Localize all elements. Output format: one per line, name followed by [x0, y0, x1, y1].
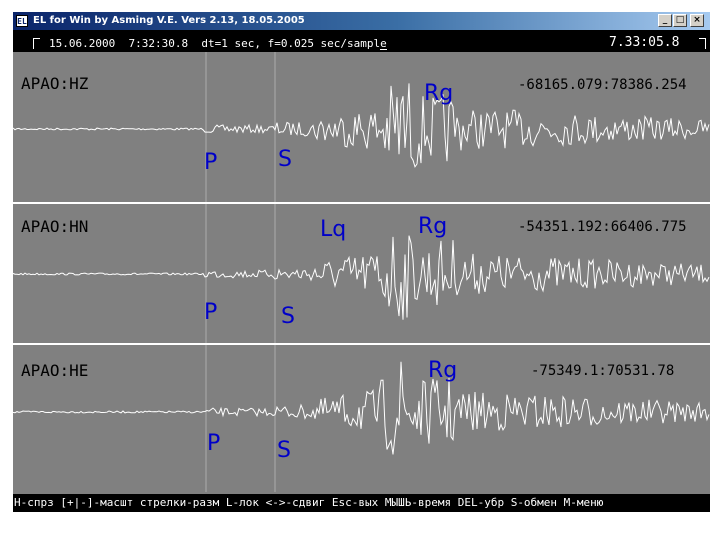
- phase-marker-rg[interactable]: Rg: [428, 359, 457, 383]
- phase-marker-rg[interactable]: Rg: [418, 215, 447, 239]
- channel-range: -68165.079:78386.254: [518, 77, 687, 93]
- channel-label: APAO:HN: [21, 217, 89, 236]
- phase-marker-rg[interactable]: Rg: [424, 82, 453, 106]
- channel-range: -54351.192:66406.775: [518, 219, 687, 235]
- channel-separator: [13, 202, 710, 204]
- phase-marker-s[interactable]: S: [278, 148, 292, 172]
- channel-separator: [13, 343, 710, 345]
- hotkey-bar: H-спрз [+|-]-масшт стрелки-разм L-лок <-…: [13, 494, 710, 512]
- hotkey-help: H-спрз [+|-]-масшт стрелки-разм L-лок <-…: [14, 496, 604, 509]
- waveform-trace: [13, 235, 710, 320]
- channel-label: APAO:HE: [21, 361, 89, 380]
- phase-marker-p[interactable]: P: [204, 151, 217, 175]
- waveform-trace: [13, 83, 710, 168]
- phase-marker-lq[interactable]: Lq: [320, 218, 346, 242]
- phase-marker-s[interactable]: S: [281, 305, 295, 329]
- channel-range: -75349.1:70531.78: [531, 363, 675, 379]
- phase-marker-p[interactable]: P: [204, 301, 217, 325]
- main-window: EL EL for Win by Asming V.E. Vers 2.13, …: [13, 12, 710, 512]
- phase-marker-p[interactable]: P: [207, 432, 220, 456]
- channel-label: APAO:HZ: [21, 74, 89, 93]
- phase-marker-s[interactable]: S: [277, 439, 291, 463]
